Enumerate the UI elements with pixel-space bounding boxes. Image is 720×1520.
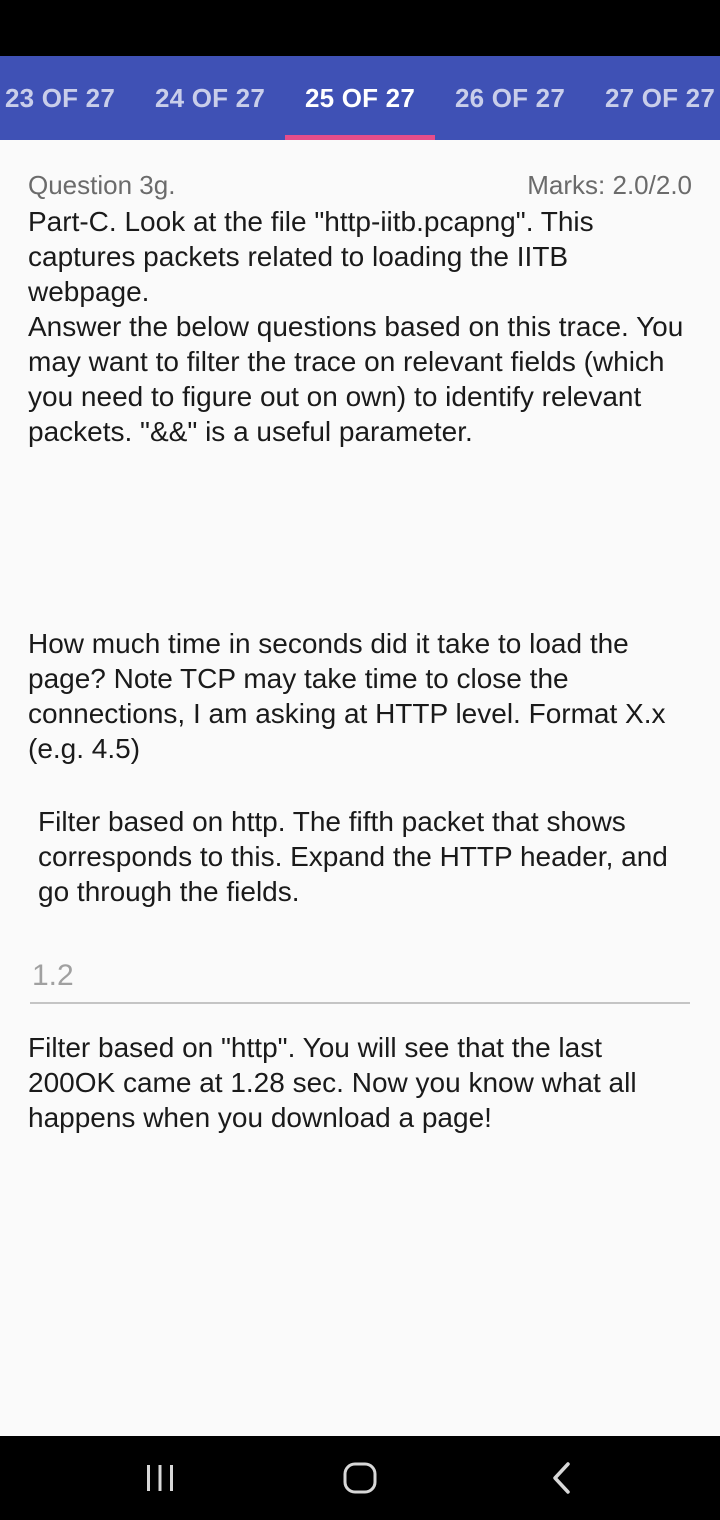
question-tab-bar: 23 OF 27 24 OF 27 25 OF 27 26 OF 27 27 O… <box>0 56 720 140</box>
tab-25-of-27[interactable]: 25 OF 27 <box>285 56 435 140</box>
tab-label: 24 OF 27 <box>155 82 265 113</box>
back-button[interactable] <box>512 1436 612 1520</box>
tab-27-of-27[interactable]: 27 OF 27 <box>585 56 720 140</box>
tab-label: 23 OF 27 <box>5 82 115 113</box>
recents-icon <box>147 1465 173 1491</box>
system-nav-bar <box>0 1436 720 1520</box>
question-intro: Part-C. Look at the file "http-iitb.pcap… <box>28 206 684 447</box>
question-number: Question 3g. <box>28 170 176 200</box>
back-icon <box>553 1462 570 1494</box>
answer-input[interactable]: 1.2 <box>30 954 690 1004</box>
tab-24-of-27[interactable]: 24 OF 27 <box>135 56 285 140</box>
answer-feedback: Filter based on "http". You will see tha… <box>28 1032 637 1133</box>
question-content: Question 3g. Marks: 2.0/2.0 Part-C. Look… <box>0 140 720 1436</box>
tab-23-of-27[interactable]: 23 OF 27 <box>0 56 120 140</box>
tab-label: 26 OF 27 <box>455 82 565 113</box>
home-icon <box>343 1462 377 1494</box>
tab-label: 25 OF 27 <box>305 82 415 113</box>
home-button[interactable] <box>310 1436 410 1520</box>
question-hint: Filter based on http. The fifth packet t… <box>38 806 668 907</box>
tab-label: 27 OF 27 <box>605 82 715 113</box>
tab-26-of-27[interactable]: 26 OF 27 <box>435 56 585 140</box>
recents-button[interactable] <box>110 1436 210 1520</box>
question-marks: Marks: 2.0/2.0 <box>527 170 692 200</box>
question-header: Question 3g. Marks: 2.0/2.0 <box>28 170 692 204</box>
status-bar <box>0 0 720 56</box>
question-prompt: How much time in seconds did it take to … <box>28 628 666 764</box>
